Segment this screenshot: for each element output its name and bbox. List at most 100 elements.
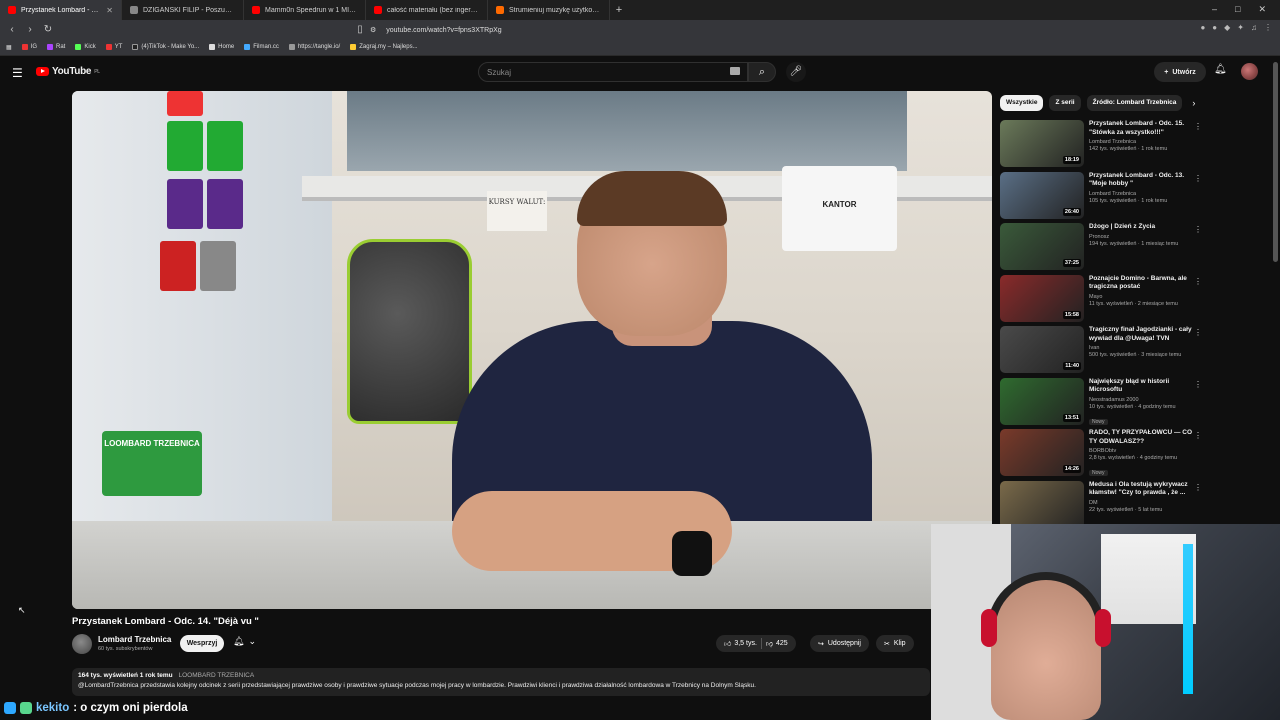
recommendation-title[interactable]: Dżogo | Dzień z Życia xyxy=(1089,223,1201,232)
subscription-bell-button[interactable]: 🔔︎ ⌄ xyxy=(233,636,263,651)
recommendation-title[interactable]: Największy błąd w historii Microsoftu xyxy=(1089,378,1201,395)
recommendation-title[interactable]: Poznajcie Domino - Barwna, ale tragiczna… xyxy=(1089,275,1201,292)
recommendation-title[interactable]: RADO, TY PRZYPAŁOWCU — CO TY ODWALASZ?? xyxy=(1089,429,1201,446)
recommendation-channel[interactable]: Lombard Trzebnica xyxy=(1089,191,1201,197)
browser-tab-1[interactable]: Przystanek Lombard - Odc. 1 ✕ xyxy=(0,0,122,20)
more-options-icon[interactable]: ⋮ xyxy=(1194,431,1202,440)
recommendation-channel[interactable]: BORBObtv xyxy=(1089,448,1201,454)
page-favicon-icon xyxy=(130,6,138,14)
bookmark-item[interactable]: Home xyxy=(209,44,234,50)
url-field[interactable]: ⚙ youtube.com/watch?v=fpns3XTRpXg xyxy=(370,23,890,37)
support-button[interactable]: Wesprzyj xyxy=(180,635,224,652)
more-options-icon[interactable]: ⋮ xyxy=(1194,380,1202,389)
browser-tab-3[interactable]: Mamm0n Speedrun w 1 MINUTE - Y xyxy=(244,0,366,20)
video-thumbnail[interactable]: 13:51 xyxy=(1000,377,1084,425)
webcam-overlay xyxy=(931,524,1280,720)
notifications-bell-icon[interactable]: 🔔︎ xyxy=(1214,64,1227,75)
channel-tag[interactable]: LOOMBARD TRZEBNICA xyxy=(178,672,254,679)
recommendation-item[interactable]: 14:26 RADO, TY PRZYPAŁOWCU — CO TY ODWAL… xyxy=(1000,429,1270,481)
page-scrollbar[interactable] xyxy=(1273,62,1278,262)
description-box[interactable]: 164 tys. wyświetleń 1 rok temu LOOMBARD … xyxy=(72,668,930,696)
close-tab-icon[interactable]: ✕ xyxy=(106,6,113,15)
more-options-icon[interactable]: ⋮ xyxy=(1194,328,1202,337)
browser-tab-bar: Przystanek Lombard - Odc. 1 ✕ DZIGAŃSKI … xyxy=(0,0,1280,20)
bookmark-page-icon[interactable]: ▯ xyxy=(354,24,366,35)
recommendation-item[interactable]: 11:40 Tragiczny finał Jagodzianki - cały… xyxy=(1000,326,1270,378)
browser-tab-2[interactable]: DZIGAŃSKI FILIP - Poszukiwani - Po xyxy=(122,0,244,20)
menu-dots-icon[interactable]: ⋮ xyxy=(1264,23,1272,32)
more-options-icon[interactable]: ⋮ xyxy=(1194,277,1202,286)
search-button[interactable]: ⌕ xyxy=(748,62,776,82)
recommendation-item[interactable]: 26:40 Przystanek Lombard - Odc. 13. "Moj… xyxy=(1000,171,1270,224)
recommendation-channel[interactable]: Ivan xyxy=(1089,345,1201,351)
search-input[interactable]: Szukaj xyxy=(478,62,748,82)
close-window-icon[interactable]: ✕ xyxy=(1258,4,1266,15)
reload-icon[interactable]: ↻ xyxy=(42,24,54,35)
extension-icon[interactable]: ● xyxy=(1200,23,1205,32)
video-thumbnail[interactable]: 15:58 xyxy=(1000,274,1084,322)
recommendation-item[interactable]: 13:51 Największy błąd w historii Microso… xyxy=(1000,377,1270,430)
back-icon[interactable]: ‹ xyxy=(6,24,18,35)
bookmark-item[interactable]: https://tangle.io/ xyxy=(288,44,340,50)
bookmark-item[interactable]: Zagraj.my – Najleps... xyxy=(350,44,418,50)
user-avatar[interactable] xyxy=(1241,63,1258,80)
recommendation-channel[interactable]: Lombard Trzebnica xyxy=(1089,139,1201,145)
video-thumbnail[interactable] xyxy=(1000,480,1084,525)
like-button[interactable]: 👍︎ 3,5 tys. xyxy=(724,639,757,648)
video-thumbnail[interactable]: 11:40 xyxy=(1000,326,1084,373)
recommendation-channel[interactable]: DM xyxy=(1089,500,1201,506)
recommendation-item[interactable]: Medusa i Ola testują wykrywacz kłamstw! … xyxy=(1000,480,1270,525)
more-options-icon[interactable]: ⋮ xyxy=(1194,225,1202,234)
more-options-icon[interactable]: ⋮ xyxy=(1194,122,1202,131)
recommendation-title[interactable]: Medusa i Ola testują wykrywacz kłamstw! … xyxy=(1089,481,1201,498)
bookmark-item[interactable]: Rat xyxy=(47,44,65,50)
extension-icon[interactable]: ◆ xyxy=(1224,23,1230,32)
clip-button[interactable]: ✂ Klip xyxy=(876,635,914,652)
bookmark-item[interactable]: (4)TikTok - Make Yo... xyxy=(132,44,199,50)
bookmark-item[interactable]: IG xyxy=(21,44,37,50)
apps-icon[interactable]: ▦ xyxy=(6,44,12,51)
browser-tab-5[interactable]: Strumieniuj muzykę użytkownika xyxy=(488,0,610,20)
puzzle-icon[interactable]: ✦ xyxy=(1237,23,1244,32)
recommendation-title[interactable]: Przystanek Lombard - Odc. 13. "Moje hobb… xyxy=(1089,172,1201,189)
chip-source[interactable]: Źródło: Lombard Trzebnica xyxy=(1086,95,1183,111)
video-thumbnail[interactable]: 37:25 xyxy=(1000,223,1084,270)
channel-name[interactable]: Lombard Trzebnica xyxy=(98,635,171,644)
channel-avatar[interactable] xyxy=(72,634,92,654)
chevron-right-icon[interactable]: › xyxy=(1192,98,1195,108)
share-button[interactable]: ↪ Udostępnij xyxy=(810,635,869,652)
recommendation-item[interactable]: 15:58 Poznajcie Domino - Barwna, ale tra… xyxy=(1000,274,1270,327)
create-button[interactable]: + Utwórz xyxy=(1154,62,1206,82)
video-thumbnail[interactable]: 26:40 xyxy=(1000,171,1084,219)
recommendation-channel[interactable]: Pronosz xyxy=(1089,234,1201,240)
bookmark-item[interactable]: YT xyxy=(105,44,122,50)
video-thumbnail[interactable]: 14:26 xyxy=(1000,429,1084,476)
extension-icon[interactable]: ● xyxy=(1212,23,1217,32)
menu-icon[interactable]: ☰ xyxy=(12,66,23,80)
recommendation-title[interactable]: Przystanek Lombard - Odc. 15. "Stówka za… xyxy=(1089,120,1201,137)
recommendation-title[interactable]: Tragiczny finał Jagodzianki - cały wywia… xyxy=(1089,326,1201,343)
bookmark-item[interactable]: Kick xyxy=(75,44,96,50)
more-options-icon[interactable]: ⋮ xyxy=(1194,174,1202,183)
forward-icon[interactable]: › xyxy=(24,24,36,35)
chip-series[interactable]: Z serii xyxy=(1049,95,1081,111)
video-thumbnail[interactable]: 18:19 xyxy=(1000,120,1084,167)
keyboard-icon[interactable] xyxy=(730,67,740,75)
recommendation-channel[interactable]: Neostradamus 2000 xyxy=(1089,397,1201,403)
more-options-icon[interactable]: ⋮ xyxy=(1194,483,1202,492)
voice-search-button[interactable]: 🎤︎ xyxy=(786,62,806,82)
bookmark-item[interactable]: Filman.cc xyxy=(244,44,279,50)
maximize-icon[interactable]: □ xyxy=(1235,4,1240,15)
media-icon[interactable]: ♫ xyxy=(1251,23,1257,32)
browser-tab-4[interactable]: całość materiału (bez ingerencji) dot xyxy=(366,0,488,20)
minimize-icon[interactable]: – xyxy=(1212,4,1217,15)
video-player[interactable]: KURSY WALUT: KANTOR LOOMBARD TRZEBNICA xyxy=(72,91,992,609)
dislike-button[interactable]: 👎︎ 425 xyxy=(766,639,788,648)
youtube-logo[interactable]: YouTube PL xyxy=(36,66,100,77)
recommendation-channel[interactable]: Mayo xyxy=(1089,294,1201,300)
recommendation-item[interactable]: 18:19 Przystanek Lombard - Odc. 15. "Stó… xyxy=(1000,120,1270,172)
new-tab-button[interactable]: + xyxy=(610,4,628,16)
recommendation-item[interactable]: 37:25 Dżogo | Dzień z Życia Pronosz 194 … xyxy=(1000,223,1270,275)
chip-all[interactable]: Wszystkie xyxy=(1000,95,1044,111)
site-info-icon[interactable]: ⚙ xyxy=(370,26,376,34)
